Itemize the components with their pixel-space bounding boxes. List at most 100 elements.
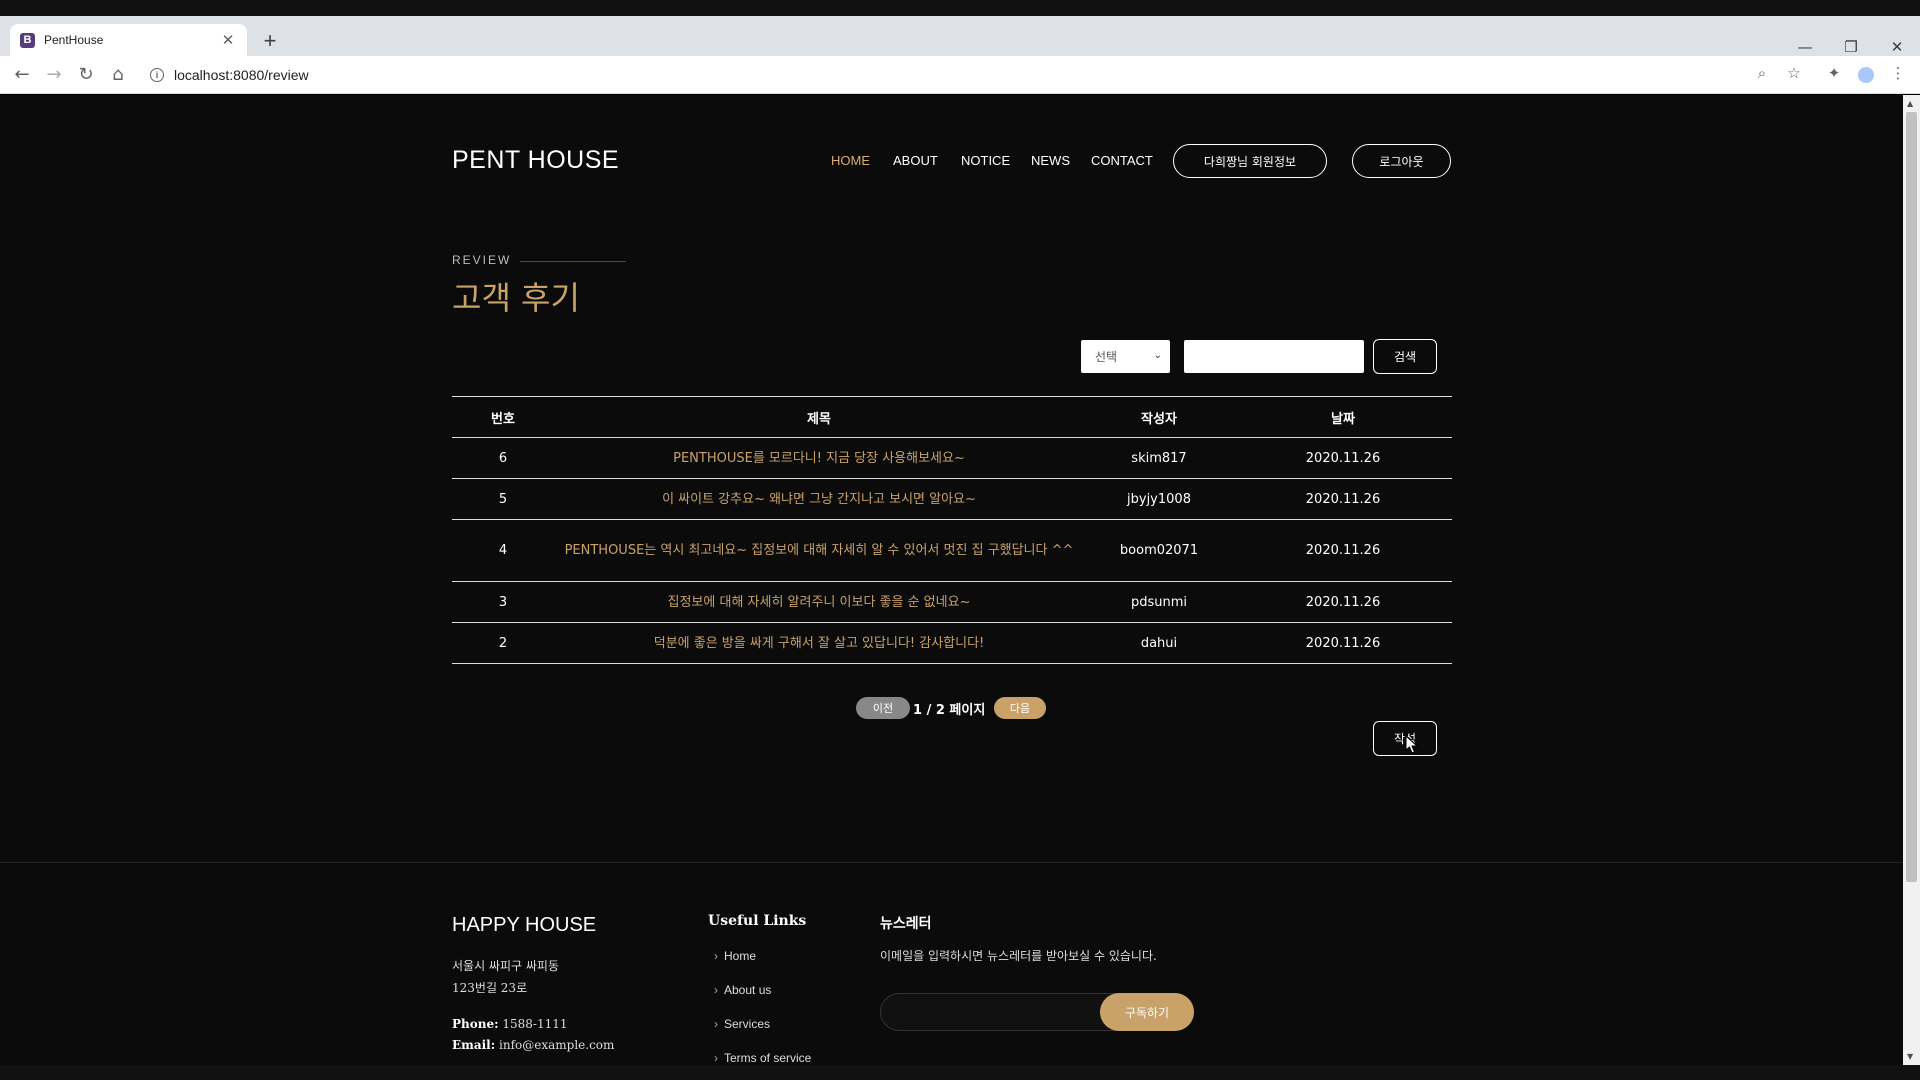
- table-row: 2 덕분에 좋은 방을 싸게 구해서 잘 살고 있답니다! 감사합니다! dah…: [452, 623, 1452, 664]
- row-title-link[interactable]: PENTHOUSE는 역시 최고네요~ 집정보에 대해 자세히 알 수 있어서 …: [554, 520, 1084, 582]
- scroll-up-icon[interactable]: ▲: [1907, 99, 1913, 108]
- tab-close-icon[interactable]: ✕: [219, 31, 237, 49]
- footer-email: Email: info@example.com: [452, 1038, 614, 1052]
- subscribe-button[interactable]: 구독하기: [1100, 993, 1194, 1031]
- tab-title: PentHouse: [44, 33, 104, 47]
- table-row: 6 PENTHOUSE를 모르다니! 지금 당장 사용해보세요~ skim817…: [452, 438, 1452, 479]
- footer-email-value[interactable]: info@example.com: [499, 1038, 614, 1052]
- page-scrollbar[interactable]: ▲ ▼: [1903, 95, 1920, 1065]
- footer-phone-value: 1588-1111: [502, 1017, 568, 1031]
- member-info-button[interactable]: 다희짱님 회원정보: [1173, 144, 1327, 178]
- row-title-link[interactable]: 이 싸이트 강추요~ 왜냐면 그냥 간지나고 보시면 알아요~: [554, 479, 1084, 520]
- footer-links-heading: Useful Links: [708, 913, 807, 929]
- chevron-down-icon: ⌄: [1153, 350, 1162, 361]
- chevron-right-icon: ›: [714, 983, 718, 997]
- footer-link-home[interactable]: › Home: [714, 949, 756, 963]
- minimize-icon[interactable]: —: [1790, 38, 1820, 56]
- row-title-link[interactable]: 덕분에 좋은 방을 싸게 구해서 잘 살고 있답니다! 감사합니다!: [554, 623, 1084, 664]
- back-icon[interactable]: ←: [9, 62, 35, 88]
- search-button[interactable]: 검색: [1373, 339, 1437, 374]
- footer-newsletter-desc: 이메일을 입력하시면 뉴스레터를 받아보실 수 있습니다.: [880, 949, 1157, 963]
- next-page-button[interactable]: 다음: [994, 697, 1046, 719]
- column-header-number: 번호: [491, 411, 515, 427]
- row-date: 2020.11.26: [1305, 635, 1381, 651]
- url-field[interactable]: i localhost:8080/review: [144, 60, 1754, 90]
- site-footer: HAPPY HOUSE 서울시 싸피구 싸피동 123번길 23로 Phone:…: [0, 862, 1903, 1065]
- footer-link-label: Home: [724, 949, 757, 963]
- footer-phone: Phone: 1588-1111: [452, 1017, 568, 1031]
- row-writer: dahui: [1140, 635, 1178, 651]
- row-number: 6: [498, 450, 508, 466]
- nav-notice[interactable]: NOTICE: [961, 153, 1010, 168]
- footer-link-label: Terms of service: [724, 1051, 812, 1065]
- row-date: 2020.11.26: [1305, 543, 1381, 558]
- chevron-right-icon: ›: [714, 949, 718, 963]
- bookmark-star-icon[interactable]: ☆: [1782, 64, 1806, 86]
- tab-bar: B PentHouse ✕ + — ❐ ✕: [0, 16, 1920, 56]
- scroll-down-icon[interactable]: ▼: [1907, 1052, 1913, 1061]
- row-writer: skim817: [1131, 450, 1187, 466]
- profile-avatar-icon[interactable]: [1858, 67, 1874, 83]
- page-title: 고객 후기: [452, 279, 580, 317]
- search-input[interactable]: [1184, 340, 1364, 373]
- row-number: 3: [498, 594, 508, 610]
- window-close-icon[interactable]: ✕: [1882, 38, 1912, 56]
- section-eyebrow: REVIEW: [452, 253, 512, 267]
- site-brand[interactable]: PENT HOUSE: [452, 146, 619, 175]
- forward-icon[interactable]: →: [41, 62, 67, 88]
- nav-contact[interactable]: CONTACT: [1091, 153, 1153, 168]
- footer-brand: HAPPY HOUSE: [452, 914, 597, 936]
- row-title-link[interactable]: 집정보에 대해 자세히 알려주니 이보다 좋을 순 없네요~: [554, 582, 1084, 623]
- chevron-right-icon: ›: [714, 1051, 718, 1065]
- row-writer: pdsunmi: [1130, 594, 1188, 610]
- footer-email-label: Email:: [452, 1038, 496, 1052]
- chevron-right-icon: ›: [714, 1017, 718, 1031]
- footer-link-terms[interactable]: › Terms of service: [714, 1051, 811, 1065]
- row-writer: boom02071: [1119, 543, 1199, 558]
- browser-tab[interactable]: B PentHouse ✕: [10, 24, 247, 56]
- zoom-icon[interactable]: ⌕: [1750, 64, 1774, 86]
- footer-link-about[interactable]: › About us: [714, 983, 771, 997]
- eyebrow-divider: [520, 261, 626, 262]
- address-bar: ← → ↻ ⌂ i localhost:8080/review ⌕ ☆ ✦ ⋮: [0, 56, 1920, 94]
- browser-menu-icon[interactable]: ⋮: [1886, 64, 1910, 86]
- search-type-select[interactable]: 선택 ⌄: [1081, 340, 1170, 373]
- column-header-date: 날짜: [1331, 411, 1355, 427]
- table-row: 3 집정보에 대해 자세히 알려주니 이보다 좋을 순 없네요~ pdsunmi…: [452, 582, 1452, 623]
- row-number: 4: [498, 543, 508, 558]
- footer-newsletter-heading: 뉴스레터: [880, 916, 932, 932]
- footer-link-label: About us: [724, 983, 772, 997]
- table-header-row: 번호 제목 작성자 날짜: [452, 396, 1452, 438]
- logout-button[interactable]: 로그아웃: [1352, 144, 1451, 178]
- row-writer: jbyjy1008: [1127, 491, 1191, 507]
- nav-news[interactable]: NEWS: [1031, 153, 1070, 168]
- site-info-icon[interactable]: i: [150, 68, 164, 82]
- mouse-cursor-icon: [1405, 735, 1419, 754]
- row-number: 5: [498, 491, 508, 507]
- nav-about[interactable]: ABOUT: [893, 153, 938, 168]
- bootstrap-favicon-icon: B: [20, 32, 35, 48]
- column-header-writer: 작성자: [1141, 411, 1177, 427]
- table-row: 5 이 싸이트 강추요~ 왜냐면 그냥 간지나고 보시면 알아요~ jbyjy1…: [452, 479, 1452, 520]
- table-row: 4 PENTHOUSE는 역시 최고네요~ 집정보에 대해 자세히 알 수 있어…: [452, 520, 1452, 582]
- window-top-strip: [0, 0, 1920, 16]
- column-header-title: 제목: [807, 411, 831, 427]
- footer-link-services[interactable]: › Services: [714, 1017, 770, 1031]
- row-number: 2: [498, 635, 508, 651]
- footer-phone-label: Phone:: [452, 1017, 499, 1031]
- search-select-value: 선택: [1095, 350, 1118, 364]
- scrollbar-thumb[interactable]: [1906, 112, 1917, 882]
- reload-icon[interactable]: ↻: [73, 62, 99, 88]
- row-date: 2020.11.26: [1305, 491, 1381, 507]
- home-icon[interactable]: ⌂: [105, 62, 131, 88]
- footer-address-line1: 서울시 싸피구 싸피동: [452, 959, 559, 973]
- restore-icon[interactable]: ❐: [1836, 38, 1866, 56]
- row-title-link[interactable]: PENTHOUSE를 모르다니! 지금 당장 사용해보세요~: [554, 438, 1084, 479]
- row-date: 2020.11.26: [1305, 450, 1381, 466]
- prev-page-button[interactable]: 이전: [856, 697, 910, 719]
- new-tab-icon[interactable]: +: [258, 30, 282, 54]
- page-viewport: PENT HOUSE HOME ABOUT NOTICE NEWS CONTAC…: [0, 95, 1903, 1065]
- extensions-icon[interactable]: ✦: [1822, 64, 1846, 86]
- footer-address-line2: 123번길 23로: [452, 981, 528, 995]
- nav-home[interactable]: HOME: [831, 153, 870, 168]
